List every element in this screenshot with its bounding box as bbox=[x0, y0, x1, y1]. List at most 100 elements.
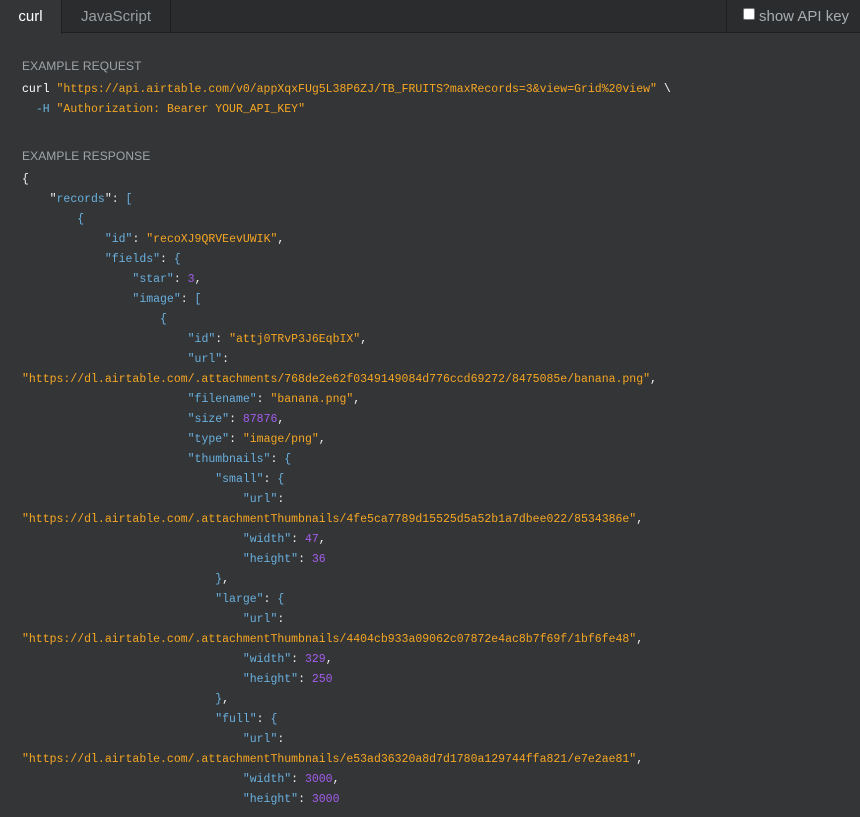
code-token: "type" bbox=[187, 433, 230, 446]
code-token: "https://dl.airtable.com/.attachmentThum… bbox=[22, 513, 637, 526]
code-line: curl "https://api.airtable.com/v0/appXqx… bbox=[22, 80, 671, 100]
code-token: : bbox=[263, 473, 278, 486]
code-token: , bbox=[636, 513, 644, 526]
code-token: "url" bbox=[242, 613, 278, 626]
code-token: 87876 bbox=[242, 413, 278, 426]
code-line: "fields": { bbox=[22, 250, 657, 270]
code-line: { bbox=[22, 210, 657, 230]
code-token: : bbox=[229, 433, 243, 446]
code-line: "https://dl.airtable.com/.attachments/76… bbox=[22, 370, 657, 390]
code-line: "width": 3000, bbox=[22, 770, 657, 790]
tab-javascript[interactable]: JavaScript bbox=[62, 0, 171, 33]
code-line: }, bbox=[22, 690, 657, 710]
code-token: "height" bbox=[242, 673, 299, 686]
code-token: : bbox=[222, 353, 230, 366]
code-line: -H "Authorization: Bearer YOUR_API_KEY" bbox=[22, 100, 671, 120]
code-token: "recoXJ9QRVEevUWIK" bbox=[146, 233, 278, 246]
code-line: "star": 3, bbox=[22, 270, 657, 290]
code-line: "url": bbox=[22, 730, 657, 750]
code-line: "full": { bbox=[22, 710, 657, 730]
example-response-heading: EXAMPLE RESPONSE bbox=[22, 149, 151, 163]
code-token: " bbox=[22, 193, 57, 206]
code-token: "thumbnails" bbox=[187, 453, 271, 466]
code-token: [ bbox=[125, 193, 133, 206]
code-line: "url": bbox=[22, 350, 657, 370]
code-line: "records": [ bbox=[22, 190, 657, 210]
code-token: , bbox=[650, 373, 657, 386]
code-token: , bbox=[636, 753, 644, 766]
code-line: "height": 36 bbox=[22, 550, 657, 570]
code-token: : bbox=[256, 713, 271, 726]
code-token: records bbox=[56, 193, 105, 206]
code-token: : bbox=[298, 553, 312, 566]
code-token: "small" bbox=[215, 473, 264, 486]
code-token: "Authorization: Bearer YOUR_API_KEY" bbox=[56, 103, 305, 116]
code-line: "filename": "banana.png", bbox=[22, 390, 657, 410]
code-line: "https://dl.airtable.com/.attachmentThum… bbox=[22, 750, 657, 770]
code-line: "id": "recoXJ9QRVEevUWIK", bbox=[22, 230, 657, 250]
code-token: "filename" bbox=[187, 393, 257, 406]
show-api-key-label: show API key bbox=[759, 8, 850, 25]
code-token: , bbox=[194, 273, 202, 286]
code-token: "https://dl.airtable.com/.attachmentThum… bbox=[22, 633, 637, 646]
code-line: { bbox=[22, 310, 657, 330]
tab-curl[interactable]: curl bbox=[0, 0, 62, 34]
code-token: : bbox=[277, 613, 285, 626]
code-token: : bbox=[263, 593, 278, 606]
code-token: , bbox=[318, 533, 326, 546]
show-api-key-checkbox[interactable] bbox=[743, 8, 755, 20]
code-token: : bbox=[256, 393, 271, 406]
code-token: : bbox=[160, 253, 174, 266]
code-line: { bbox=[22, 170, 657, 190]
code-line: "size": 87876, bbox=[22, 410, 657, 430]
code-token: [ bbox=[194, 293, 202, 306]
code-token: "height" bbox=[242, 553, 299, 566]
code-token: : bbox=[298, 793, 312, 806]
code-token: 329 bbox=[304, 653, 326, 666]
code-token: 3000 bbox=[311, 793, 340, 806]
code-token: "size" bbox=[187, 413, 230, 426]
code-token: "url" bbox=[242, 493, 278, 506]
code-token: : bbox=[291, 533, 305, 546]
code-token: { bbox=[270, 713, 278, 726]
code-token: "height" bbox=[242, 793, 299, 806]
code-token: : bbox=[277, 493, 285, 506]
code-token: { bbox=[277, 473, 285, 486]
code-line: "image": [ bbox=[22, 290, 657, 310]
code-line: "large": { bbox=[22, 590, 657, 610]
code-line: "height": 250 bbox=[22, 670, 657, 690]
code-token: : bbox=[298, 673, 312, 686]
code-token: "banana.png" bbox=[270, 393, 354, 406]
show-api-key-toggle[interactable]: show API key bbox=[726, 0, 860, 33]
code-token: : bbox=[291, 773, 305, 786]
code-line: "https://dl.airtable.com/.attachmentThum… bbox=[22, 630, 657, 650]
code-token: "url" bbox=[242, 733, 278, 746]
code-token: : bbox=[180, 293, 195, 306]
code-line: "width": 47, bbox=[22, 530, 657, 550]
code-token: "star" bbox=[132, 273, 174, 286]
code-token: { bbox=[284, 453, 292, 466]
code-line: "width": 329, bbox=[22, 650, 657, 670]
code-token: "width" bbox=[242, 773, 292, 786]
code-token: "image" bbox=[132, 293, 181, 306]
code-line: }, bbox=[22, 570, 657, 590]
code-token: : bbox=[291, 653, 305, 666]
code-token: curl bbox=[22, 83, 57, 96]
code-line: "https://dl.airtable.com/.attachmentThum… bbox=[22, 510, 657, 530]
code-token: "image/png" bbox=[242, 433, 319, 446]
